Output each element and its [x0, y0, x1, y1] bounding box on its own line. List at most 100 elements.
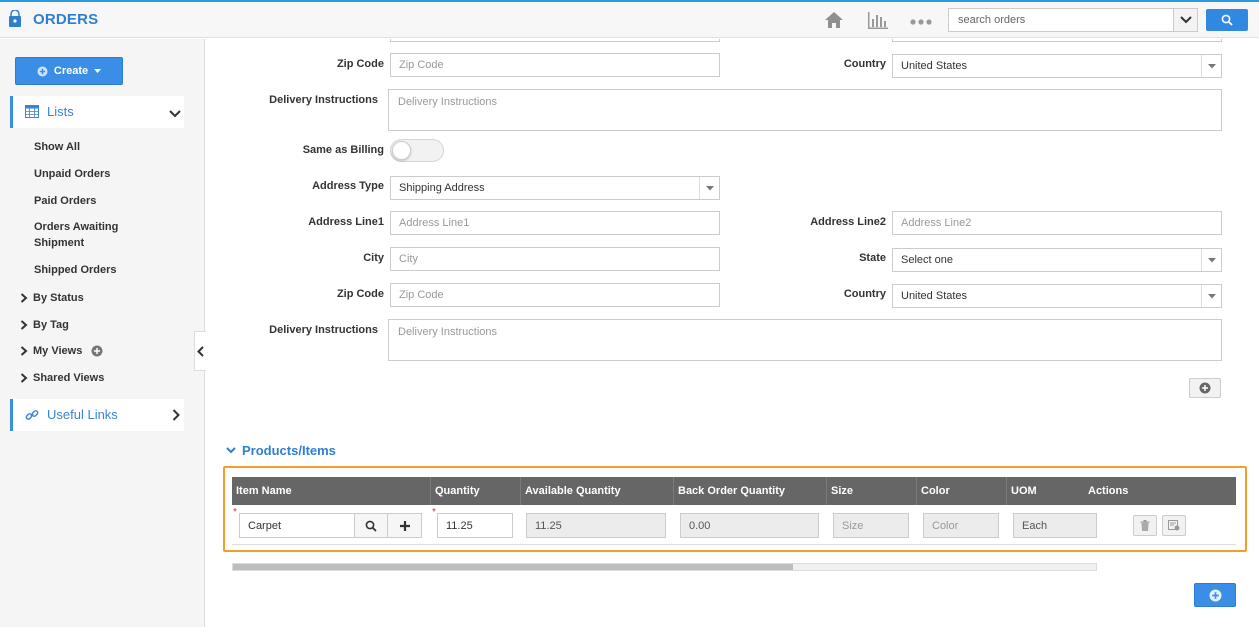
sidebar-group-shared-views[interactable]: Shared Views [20, 372, 104, 384]
item-name-input[interactable] [239, 513, 355, 538]
quantity-input[interactable] [437, 513, 513, 538]
plus-circle-icon [37, 66, 48, 76]
dropdown-arrow-icon [699, 177, 719, 199]
chevron-left-icon [197, 345, 204, 357]
field-cut-off [892, 39, 1222, 42]
city-input[interactable] [390, 247, 720, 271]
create-button[interactable]: Create [15, 57, 123, 85]
more-options-icon[interactable] [910, 15, 932, 29]
address-line1-label: Address Line1 [308, 216, 384, 228]
state-select[interactable]: Select one [892, 248, 1222, 272]
billing-zip-label: Zip Code [336, 58, 384, 70]
search-icon [1221, 14, 1233, 26]
sidebar-group-label: By Tag [33, 319, 69, 331]
plus-icon [399, 520, 410, 531]
shipping-country-value: United States [901, 290, 968, 302]
state-value: Select one [901, 254, 953, 266]
products-section-header[interactable]: Products/Items [226, 443, 336, 458]
sidebar-item-show-all[interactable]: Show All [34, 139, 80, 155]
products-section-title: Products/Items [242, 443, 336, 458]
column-header-available-quantity: Available Quantity [520, 477, 673, 505]
column-header-size: Size [826, 477, 916, 505]
shipping-zip-input[interactable] [390, 283, 720, 307]
billing-country-value: United States [901, 60, 968, 72]
item-add-button[interactable] [387, 513, 422, 538]
shipping-delivery-input[interactable] [388, 319, 1222, 361]
sidebar-collapse-toggle[interactable] [194, 331, 206, 371]
sidebar-item-unpaid-orders[interactable]: Unpaid Orders [34, 166, 110, 182]
sidebar-group-label: By Status [33, 292, 84, 304]
caret-down-icon [94, 68, 102, 73]
uom-field[interactable] [1013, 513, 1097, 538]
shopping-bag-icon [8, 9, 22, 28]
chevron-down-icon [169, 106, 181, 121]
lists-panel-header[interactable]: Lists [10, 96, 184, 128]
address-type-select[interactable]: Shipping Address [390, 176, 720, 200]
delete-row-button[interactable] [1133, 515, 1157, 536]
search-input[interactable] [949, 9, 1175, 31]
sidebar-group-label: Shared Views [33, 372, 105, 384]
home-icon[interactable] [823, 10, 845, 33]
address-line1-input[interactable] [390, 211, 720, 235]
row-details-button[interactable] [1162, 515, 1186, 536]
dropdown-arrow-icon [1201, 285, 1221, 307]
chevron-right-icon [20, 320, 28, 330]
shipping-country-select[interactable]: United States [892, 284, 1222, 308]
column-header-back-order-quantity: Back Order Quantity [673, 477, 826, 505]
search-icon [365, 520, 377, 532]
column-header-color: Color [916, 477, 1006, 505]
sidebar-group-label: My Views [33, 345, 83, 357]
sidebar-group-by-status[interactable]: By Status [20, 292, 84, 304]
chevron-right-icon [20, 373, 28, 383]
column-header-item-name: Item Name [236, 485, 292, 497]
back-order-quantity-field [680, 513, 819, 538]
chevron-down-icon [226, 447, 236, 454]
add-view-plus-icon[interactable] [91, 345, 103, 357]
list-settings-icon [1168, 520, 1180, 531]
top-bar: ORDERS [0, 0, 1259, 38]
billing-delivery-label: Delivery Instructions [269, 94, 378, 106]
row-divider [232, 544, 1236, 545]
billing-delivery-input[interactable] [388, 89, 1222, 131]
shipping-zip-label: Zip Code [336, 288, 384, 300]
useful-links-label: Useful Links [47, 407, 118, 422]
sidebar-group-my-views[interactable]: My Views [20, 345, 103, 357]
column-header-quantity: Quantity [430, 477, 520, 505]
app-title: ORDERS [33, 11, 99, 28]
column-header-uom: UOM [1006, 477, 1084, 505]
dropdown-arrow-icon [1201, 55, 1221, 77]
item-search-button[interactable] [354, 513, 388, 538]
search-box [948, 8, 1198, 32]
add-item-row-button[interactable] [1194, 583, 1236, 607]
reports-chart-icon[interactable] [867, 10, 889, 33]
search-filter-dropdown[interactable] [1173, 9, 1197, 31]
scrollbar-thumb[interactable] [233, 564, 793, 570]
create-button-label: Create [53, 65, 89, 77]
available-quantity-field [526, 513, 666, 538]
lists-label: Lists [47, 104, 74, 119]
search-button[interactable] [1206, 9, 1248, 31]
useful-links-panel-header[interactable]: Useful Links [10, 399, 184, 431]
billing-country-select[interactable]: United States [892, 54, 1222, 78]
chevron-down-icon [1179, 16, 1192, 24]
horizontal-scrollbar[interactable] [232, 563, 1097, 571]
add-address-button[interactable] [1189, 378, 1221, 398]
sidebar-item-paid-orders[interactable]: Paid Orders [34, 193, 96, 209]
dropdown-arrow-icon [1201, 249, 1221, 271]
sidebar-group-by-tag[interactable]: By Tag [20, 319, 69, 331]
toggle-knob [392, 141, 411, 160]
address-line2-label: Address Line2 [810, 216, 886, 228]
field-cut-off [390, 39, 720, 42]
address-type-label: Address Type [312, 180, 384, 192]
same-as-billing-toggle[interactable] [390, 139, 444, 162]
color-input[interactable] [923, 513, 999, 538]
address-line2-input[interactable] [892, 211, 1222, 235]
link-icon [25, 408, 39, 425]
billing-zip-input[interactable] [390, 53, 720, 77]
sidebar-item-orders-awaiting-shipment[interactable]: Orders Awaiting Shipment [34, 219, 144, 251]
state-label: State [859, 252, 886, 264]
plus-circle-icon [1199, 382, 1211, 394]
sidebar-item-shipped-orders[interactable]: Shipped Orders [34, 262, 117, 278]
required-marker: * [233, 507, 237, 518]
size-input[interactable] [833, 513, 909, 538]
